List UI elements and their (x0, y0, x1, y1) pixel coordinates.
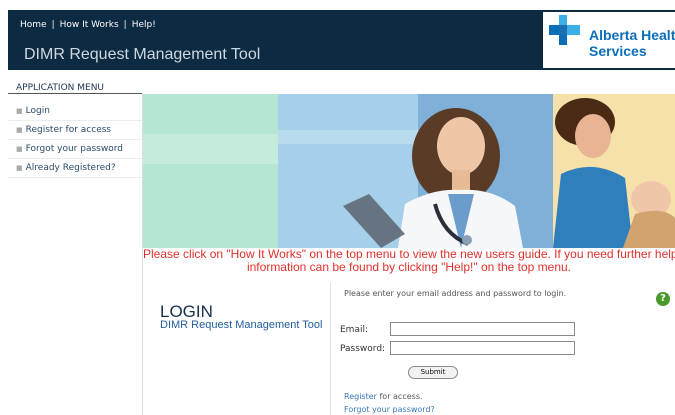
menu-item-label: Register for access (25, 125, 112, 135)
logo-text-line1: Alberta Health (589, 27, 675, 43)
nav-home-link[interactable]: Home (20, 20, 47, 30)
bullet-icon: ■ (16, 145, 23, 153)
login-prompt: Please enter your email address and pass… (344, 289, 567, 298)
password-field[interactable] (390, 341, 575, 355)
nav-separator: | (51, 20, 55, 30)
ahs-cross-icon (549, 15, 580, 45)
header-bar: Home | How It Works | Help! DIMR Request Man… (8, 10, 675, 70)
login-subtitle: DIMR Request Management Tool (160, 319, 323, 331)
nav-help-link[interactable]: Help! (132, 20, 156, 30)
menu-item-register[interactable]: ■ Register for access (8, 121, 142, 140)
register-link[interactable]: Register (344, 392, 377, 401)
banner-photo (143, 94, 675, 248)
bullet-icon: ■ (16, 107, 23, 115)
email-label: Email: (340, 325, 369, 335)
bullet-icon: ■ (16, 126, 23, 134)
help-icon[interactable]: ? (656, 292, 670, 306)
menu-item-label: Forgot your password (25, 144, 123, 154)
logo-text-line2: Services (589, 43, 647, 59)
menu-item-label: Already Registered? (25, 163, 116, 173)
register-line: Register for access. (344, 392, 423, 401)
instructions-notice: Please click on "How It Works" on the to… (143, 248, 675, 274)
menu-item-forgot-password[interactable]: ■ Forgot your password (8, 140, 142, 159)
nav-how-it-works-link[interactable]: How It Works (60, 20, 119, 30)
menu-item-label: Login (25, 106, 50, 116)
password-label: Password: (340, 344, 386, 354)
banner-image (143, 94, 675, 248)
register-suffix: for access. (376, 392, 423, 401)
nav-separator: | (123, 20, 127, 30)
menu-item-login[interactable]: ■ Login (8, 102, 142, 121)
email-field[interactable] (390, 322, 575, 336)
application-menu: ■ Login ■ Register for access ■ Forgot your… (8, 102, 142, 178)
bullet-icon: ■ (16, 164, 23, 172)
app-title: DIMR Request Management Tool (24, 46, 261, 63)
form-divider (330, 282, 331, 415)
alberta-health-logo: Alberta Health Services (543, 12, 675, 68)
application-menu-heading: APPLICATION MENU (8, 82, 142, 94)
notice-line-2: information can be found by clicking "He… (246, 260, 572, 274)
submit-button[interactable]: Submit (408, 366, 458, 379)
forgot-line: Forgot your password? (344, 405, 435, 414)
menu-item-already-registered[interactable]: ■ Already Registered? (8, 159, 142, 178)
forgot-password-link[interactable]: Forgot your password? (344, 405, 435, 414)
top-nav: Home | How It Works | Help! (20, 20, 156, 30)
